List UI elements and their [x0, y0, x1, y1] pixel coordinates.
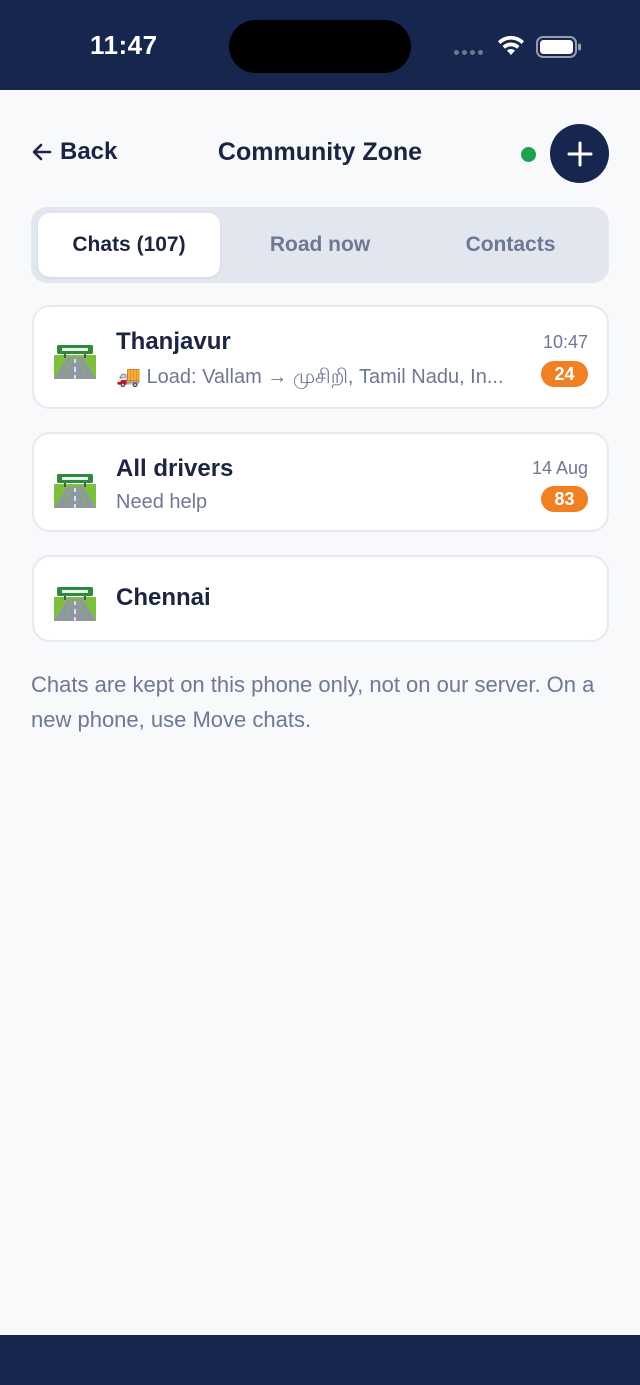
chat-item-thanjavur[interactable]: Thanjavur 🚚 Load: Vallam → முசிறி, Tamil… [32, 305, 609, 409]
motorway-icon [54, 474, 96, 508]
chat-item-all-drivers[interactable]: All drivers Need help 14 Aug 83 [32, 432, 609, 532]
tab-contacts[interactable]: Contacts [417, 213, 604, 277]
header: Back Community Zone [0, 90, 640, 206]
status-time: 11:47 [90, 30, 158, 60]
chat-preview: 🚚 Load: Vallam → முசிறி, Tamil Nadu, In.… [116, 364, 504, 391]
battery-icon [536, 36, 581, 58]
status-bar: 11:47 [0, 0, 640, 90]
chat-name: All drivers [116, 455, 234, 482]
chat-name: Chennai [116, 584, 211, 611]
dynamic-island [229, 20, 411, 73]
wifi-icon [498, 35, 524, 55]
chat-preview-text: Load: Vallam → முசிறி, Tamil Nadu, In... [146, 366, 504, 388]
online-status-dot [521, 147, 536, 162]
motorway-icon [54, 587, 96, 621]
motorway-icon [54, 345, 96, 379]
bottom-bar [0, 1335, 640, 1385]
segmented-tabs: Chats (107) Road now Contacts [31, 207, 609, 283]
chat-name: Thanjavur [116, 328, 231, 355]
chat-time: 10:47 [542, 332, 588, 352]
unread-badge: 24 [541, 361, 588, 387]
page-title: Community Zone [217, 138, 423, 166]
chat-item-chennai[interactable]: Chennai [32, 555, 609, 642]
plus-icon [567, 141, 592, 166]
chat-preview-text: Need help [116, 491, 208, 513]
cellular-signal-icon [454, 50, 483, 55]
tab-chats[interactable]: Chats (107) [38, 213, 220, 277]
chat-time: 14 Aug [531, 458, 588, 478]
tab-road-now[interactable]: Road now [223, 213, 417, 277]
storage-note: Chats are kept on this phone only, not o… [31, 672, 595, 732]
truck-emoji-icon: 🚚 [116, 366, 141, 388]
add-button[interactable] [550, 124, 609, 183]
unread-badge: 83 [541, 486, 588, 512]
